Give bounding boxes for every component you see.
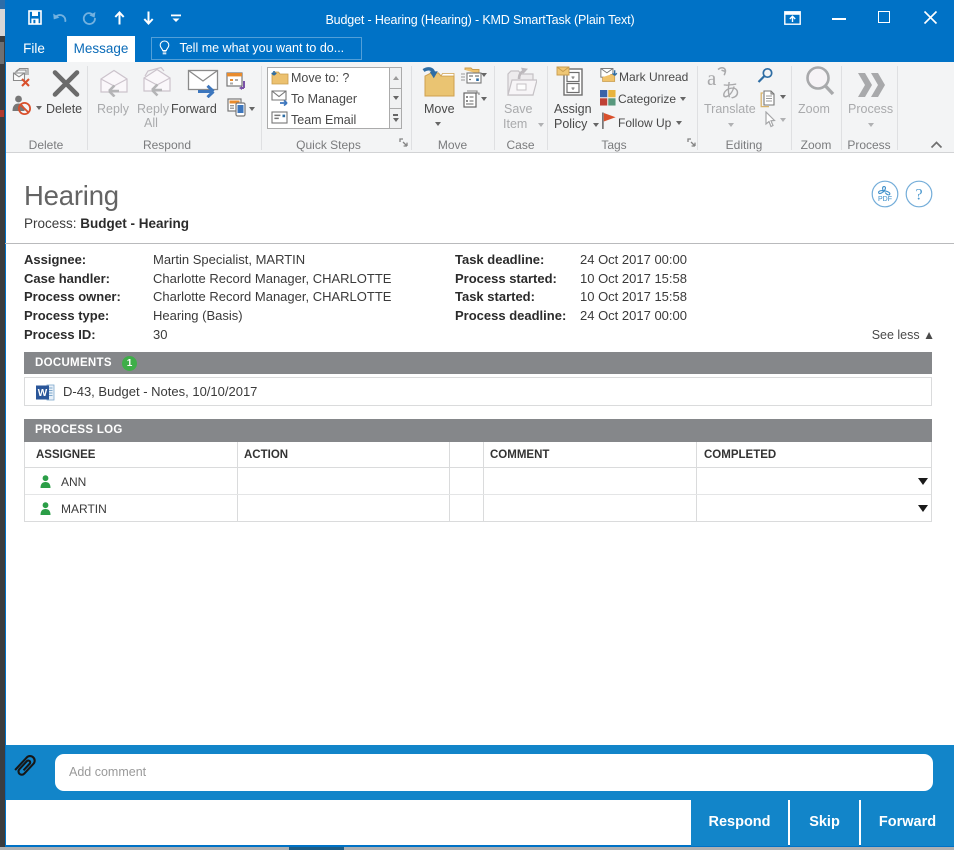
svg-text:PDF: PDF [878,196,892,203]
svg-text:あ: あ [721,81,740,100]
svg-text:?: ? [915,187,922,204]
svg-text:W: W [38,388,48,399]
svg-text:a: a [707,66,717,90]
